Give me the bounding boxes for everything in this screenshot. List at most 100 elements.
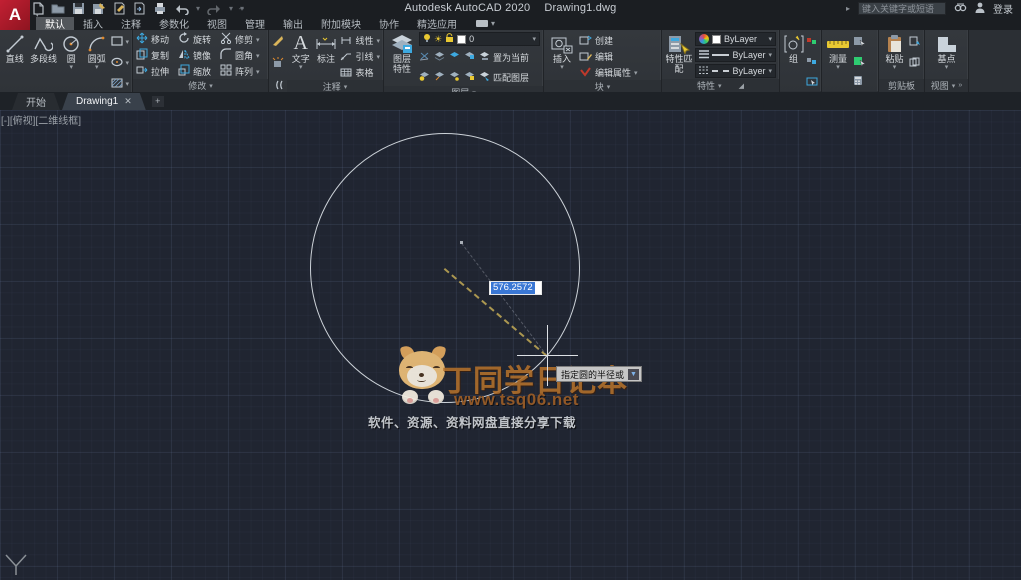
layer-lock-icon[interactable]: [464, 48, 475, 66]
insert-block-icon: [550, 32, 574, 55]
measure-icon: [826, 32, 850, 55]
properties-launcher-icon[interactable]: ◢: [739, 82, 744, 90]
tab-annotate[interactable]: 注释: [112, 17, 150, 30]
ellipse-button[interactable]: ▾: [111, 54, 129, 72]
layer-undo-icon[interactable]: [419, 68, 430, 86]
insert-block-button[interactable]: 插入 ▾: [547, 32, 577, 71]
leader-button[interactable]: 引线▾: [340, 49, 380, 64]
text-button[interactable]: A 文字 ▾: [290, 32, 311, 71]
table-button[interactable]: 表格: [340, 65, 380, 80]
layer-off-icon[interactable]: [419, 48, 430, 66]
stretch-button[interactable]: 拉伸: [136, 64, 174, 79]
tab-addins[interactable]: 附加模块: [312, 17, 370, 30]
move-button[interactable]: 移动: [136, 32, 174, 47]
mirror-button[interactable]: 镜像: [178, 48, 216, 63]
search-expand-icon[interactable]: ▸: [846, 4, 850, 13]
match-layer-button[interactable]: 匹配图层: [479, 70, 529, 85]
arc-dropdown-icon[interactable]: ▾: [95, 65, 99, 71]
group-select-icon[interactable]: [806, 73, 818, 91]
make-current-button[interactable]: 置为当前: [479, 50, 529, 65]
panel-layers: 图层特性 ☀ 0 ▾ 置为当前: [384, 30, 544, 92]
account-icon[interactable]: [975, 2, 985, 16]
scale-button[interactable]: 缩放: [178, 64, 216, 79]
quick-select-icon[interactable]: [853, 33, 866, 51]
new-tab-button[interactable]: +: [152, 96, 164, 107]
copy-clip-icon[interactable]: [909, 54, 921, 72]
match-properties-button[interactable]: 特性匹配: [665, 32, 693, 75]
edit-block-button[interactable]: 编辑: [579, 49, 638, 64]
fillet-button[interactable]: 圆角▾: [220, 48, 260, 63]
rotate-button[interactable]: 旋转: [178, 32, 216, 47]
layer-select-dropdown[interactable]: ☀ 0 ▾: [419, 32, 540, 46]
panel-label-properties[interactable]: 特性▾◢: [662, 79, 779, 92]
layer-lock2-icon[interactable]: [464, 68, 475, 86]
tab-featured-apps[interactable]: 精选应用: [408, 17, 466, 30]
layer-color-swatch: [457, 35, 466, 44]
sign-in-button[interactable]: 登录: [993, 1, 1013, 16]
layer-walk-icon[interactable]: [434, 68, 445, 86]
trim-button[interactable]: 修剪▾: [220, 32, 260, 47]
panel-label-clipboard[interactable]: 剪贴板: [879, 79, 924, 92]
layer-on-icon: [423, 33, 431, 45]
dynamic-input-field[interactable]: 576.2572: [489, 281, 542, 295]
panel-clipboard: 粘贴 ▾ 剪贴板: [879, 30, 925, 92]
ungroup-icon[interactable]: [806, 33, 818, 51]
close-tab-icon[interactable]: ✕: [124, 96, 132, 107]
tab-manage[interactable]: 管理: [236, 17, 274, 30]
explode-icon[interactable]: [272, 55, 284, 73]
file-tab-start[interactable]: 开始: [12, 93, 60, 110]
viewport-controls[interactable]: [-][俯视][二维线框]: [1, 112, 81, 127]
ribbon-overflow-icon[interactable]: »: [958, 82, 962, 89]
current-layer-name: 0: [469, 34, 474, 44]
object-color-dropdown[interactable]: ByLayer ▾: [695, 32, 776, 46]
tab-parametric[interactable]: 参数化: [150, 17, 198, 30]
lineweight-dropdown[interactable]: ByLayer ▾: [695, 48, 776, 62]
array-dropdown-icon: ▾: [256, 68, 260, 76]
layer-off-all-icon[interactable]: [449, 68, 460, 86]
group-button[interactable]: 组: [783, 32, 804, 65]
autocad-logo[interactable]: A▾: [0, 0, 30, 30]
options-keyhint-icon[interactable]: ▼: [628, 369, 639, 380]
hatch-button[interactable]: ▾: [111, 75, 129, 93]
dimension-button[interactable]: 标注: [313, 32, 338, 65]
edit-attributes-button[interactable]: 编辑属性▾: [579, 65, 638, 80]
tab-collaborate[interactable]: 协作: [370, 17, 408, 30]
search-exchange-icon[interactable]: [954, 2, 967, 16]
layer-properties-button[interactable]: 图层特性: [387, 32, 417, 75]
panel-label-view[interactable]: 视图▾»: [925, 79, 968, 92]
tab-output[interactable]: 输出: [274, 17, 312, 30]
tab-insert[interactable]: 插入: [74, 17, 112, 30]
file-tab-drawing1[interactable]: Drawing1✕: [62, 93, 146, 110]
polyline-button[interactable]: 多段线: [29, 32, 59, 65]
hatch-dropdown-icon: ▾: [125, 80, 129, 88]
circle-button[interactable]: 圆 ▾: [60, 32, 82, 71]
erase-icon[interactable]: [272, 33, 284, 51]
linear-button[interactable]: 线性▾: [340, 33, 380, 48]
base-button[interactable]: 基点 ▾: [930, 32, 964, 71]
edit-attributes-dropdown-icon: ▾: [634, 69, 638, 77]
circle-dropdown-icon[interactable]: ▾: [70, 65, 74, 71]
arc-button[interactable]: 圆弧 ▾: [84, 32, 109, 71]
ribbon-tab-bar: 默认 插入 注释 参数化 视图 管理 输出 附加模块 协作 精选应用 ▾: [0, 17, 1021, 30]
line-button[interactable]: 直线: [3, 32, 27, 65]
rectangle-button[interactable]: ▾: [111, 33, 129, 51]
measure-button[interactable]: 测量 ▾: [825, 32, 851, 71]
arc-icon: [88, 32, 106, 55]
layer-freeze-icon[interactable]: [449, 48, 460, 66]
linetype-dropdown[interactable]: ByLayer ▾: [695, 64, 776, 78]
cut-icon[interactable]: [909, 33, 921, 51]
tab-default[interactable]: 默认: [36, 17, 74, 30]
calculator-icon[interactable]: [853, 73, 866, 91]
copy-button[interactable]: 复制: [136, 48, 174, 63]
array-button[interactable]: 阵列▾: [220, 64, 260, 79]
panel-label-modify[interactable]: 修改▾: [133, 79, 268, 92]
group-edit-icon[interactable]: [806, 53, 818, 71]
tab-view[interactable]: 视图: [198, 17, 236, 30]
paste-button[interactable]: 粘贴 ▾: [882, 32, 907, 71]
ribbon-display-toggle[interactable]: ▾: [476, 17, 495, 30]
create-block-button[interactable]: 创建: [579, 33, 638, 48]
layer-isolate-icon[interactable]: [434, 48, 445, 66]
drawing-canvas[interactable]: [-][俯视][二维线框] 丁同学日记本 www.tsq06.net 软件、资源…: [0, 110, 1021, 580]
search-input[interactable]: [858, 2, 946, 15]
select-all-icon[interactable]: [853, 53, 866, 71]
